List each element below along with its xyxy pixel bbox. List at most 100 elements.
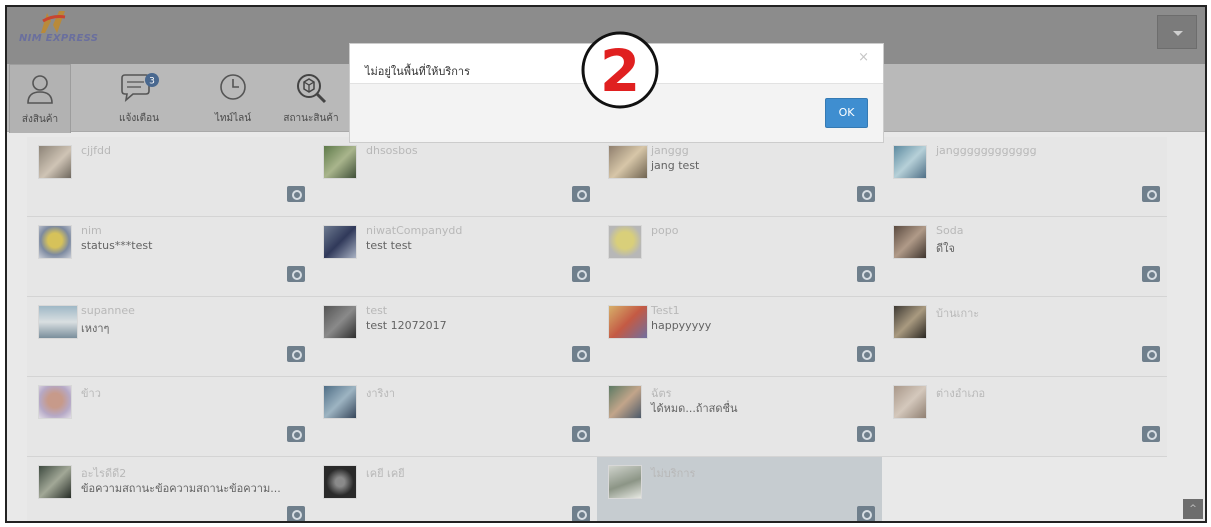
dropdown-menu-button[interactable]	[1157, 15, 1197, 49]
avatar	[38, 305, 78, 339]
list-item[interactable]: ฉัตร ได้หมด...ถ้าสดชื่น	[597, 377, 882, 457]
logo-text: NIM EXPRESS	[19, 33, 99, 44]
list-item[interactable]: บ้านเกาะ	[882, 297, 1167, 377]
gear-icon[interactable]	[1142, 426, 1160, 442]
list-item[interactable]: dhsosbos	[312, 137, 597, 217]
user-grid: cjjfdd dhsosbos janggg jang test jangggg…	[27, 137, 1177, 521]
list-item[interactable]: เคยี เคยี	[312, 457, 597, 521]
user-name: ต่างอำเภอ	[936, 387, 986, 400]
tab-timeline[interactable]: ไทม์ไลน์	[203, 64, 263, 132]
avatar	[323, 385, 357, 419]
user-status: test 12072017	[366, 319, 447, 332]
avatar	[323, 225, 357, 259]
gear-icon[interactable]	[857, 346, 875, 362]
avatar	[38, 145, 72, 179]
tab-parcel-status[interactable]: สถานะสินค้า	[273, 64, 349, 132]
user-name: ไม่บริการ	[651, 467, 696, 480]
gear-icon[interactable]	[287, 346, 305, 362]
list-item[interactable]: ต่างอำเภอ	[882, 377, 1167, 457]
avatar	[893, 385, 927, 419]
ok-button[interactable]: OK	[825, 98, 868, 128]
gear-icon[interactable]	[287, 266, 305, 282]
user-name: cjjfdd	[81, 144, 111, 157]
gear-icon[interactable]	[1142, 346, 1160, 362]
gear-icon[interactable]	[857, 186, 875, 202]
tab-send-parcel[interactable]: ส่งสินค้า	[9, 64, 71, 133]
gear-icon[interactable]	[287, 426, 305, 442]
user-status: ข้อความสถานะข้อความสถานะข้อความ...	[81, 482, 281, 495]
user-name: jangggggggggggg	[936, 144, 1037, 157]
gear-icon[interactable]	[572, 186, 590, 202]
tab-label: ส่งสินค้า	[21, 114, 59, 125]
list-item[interactable]: janggg jang test	[597, 137, 882, 217]
avatar	[323, 305, 357, 339]
gear-icon[interactable]	[572, 266, 590, 282]
tab-notifications[interactable]: 3 แจ้งเตือน	[99, 64, 179, 132]
avatar	[608, 305, 648, 339]
user-name: บ้านเกาะ	[936, 307, 980, 320]
list-item[interactable]: nim status***test	[27, 217, 312, 297]
user-status: ได้หมด...ถ้าสดชื่น	[651, 402, 738, 415]
avatar	[323, 145, 357, 179]
gear-icon[interactable]	[1142, 266, 1160, 282]
scroll-to-top-button[interactable]: ^	[1183, 499, 1203, 519]
user-status: test test	[366, 239, 412, 252]
gear-icon[interactable]	[572, 346, 590, 362]
user-name: ข้าว	[81, 387, 101, 400]
user-name: เคยี เคยี	[366, 467, 405, 480]
list-item[interactable]: cjjfdd	[27, 137, 312, 217]
user-status: jang test	[651, 159, 700, 172]
avatar	[608, 385, 642, 419]
list-item[interactable]: supannee เหงาๆ	[27, 297, 312, 377]
gear-icon[interactable]	[857, 426, 875, 442]
list-item[interactable]: งาริงา	[312, 377, 597, 457]
list-item[interactable]: อะไรดีดี2 ข้อความสถานะข้อความสถานะข้อควา…	[27, 457, 312, 521]
avatar	[608, 465, 642, 499]
list-item[interactable]: Test1 happyyyyy	[597, 297, 882, 377]
user-name: supannee	[81, 304, 135, 317]
clock-icon	[220, 74, 246, 100]
avatar	[38, 465, 72, 499]
logo-mark-icon	[41, 11, 66, 33]
list-item[interactable]: popo	[597, 217, 882, 297]
search-box-icon	[297, 74, 327, 104]
user-name: janggg	[651, 144, 689, 157]
list-item[interactable]: Soda ดีใจ	[882, 217, 1167, 297]
gear-icon[interactable]	[287, 186, 305, 202]
user-name: งาริงา	[366, 387, 396, 400]
list-item[interactable]: niwatCompanydd test test	[312, 217, 597, 297]
gear-icon[interactable]	[287, 506, 305, 521]
user-status: ดีใจ	[936, 242, 955, 255]
user-name: nim	[81, 224, 102, 237]
user-name: dhsosbos	[366, 144, 418, 157]
gear-icon[interactable]	[572, 426, 590, 442]
tab-label: สถานะสินค้า	[283, 113, 339, 124]
user-name: niwatCompanydd	[366, 224, 463, 237]
list-item[interactable]: ข้าว	[27, 377, 312, 457]
tab-label: แจ้งเตือน	[119, 113, 159, 124]
dialog-title: ไม่อยู่ในพื้นที่ให้บริการ	[365, 65, 471, 78]
user-status: เหงาๆ	[81, 322, 110, 335]
gear-icon[interactable]	[857, 506, 875, 521]
avatar	[38, 225, 72, 259]
user-name: popo	[651, 224, 679, 237]
list-item[interactable]: jangggggggggggg	[882, 137, 1167, 217]
list-item[interactable]: test test 12072017	[312, 297, 597, 377]
avatar	[38, 385, 72, 419]
avatar	[608, 145, 648, 179]
chat-bubble-icon: 3	[121, 73, 159, 103]
gear-icon[interactable]	[1142, 186, 1160, 202]
tab-label: ไทม์ไลน์	[214, 113, 252, 124]
notification-badge: 3	[149, 77, 155, 87]
list-item[interactable]: ไม่บริการ	[597, 457, 882, 521]
avatar	[323, 465, 357, 499]
user-name: Test1	[651, 304, 680, 317]
nim-express-logo[interactable]: NIM EXPRESS	[17, 9, 117, 51]
step-number-callout: 2	[581, 31, 659, 109]
app-window: NIM EXPRESS ส่งสินค้า 3 แจ้งเตือน ไทม์ไล…	[5, 5, 1207, 523]
gear-icon[interactable]	[572, 506, 590, 521]
gear-icon[interactable]	[857, 266, 875, 282]
close-icon[interactable]: ×	[858, 50, 869, 65]
user-status: status***test	[81, 239, 153, 252]
avatar	[893, 145, 927, 179]
